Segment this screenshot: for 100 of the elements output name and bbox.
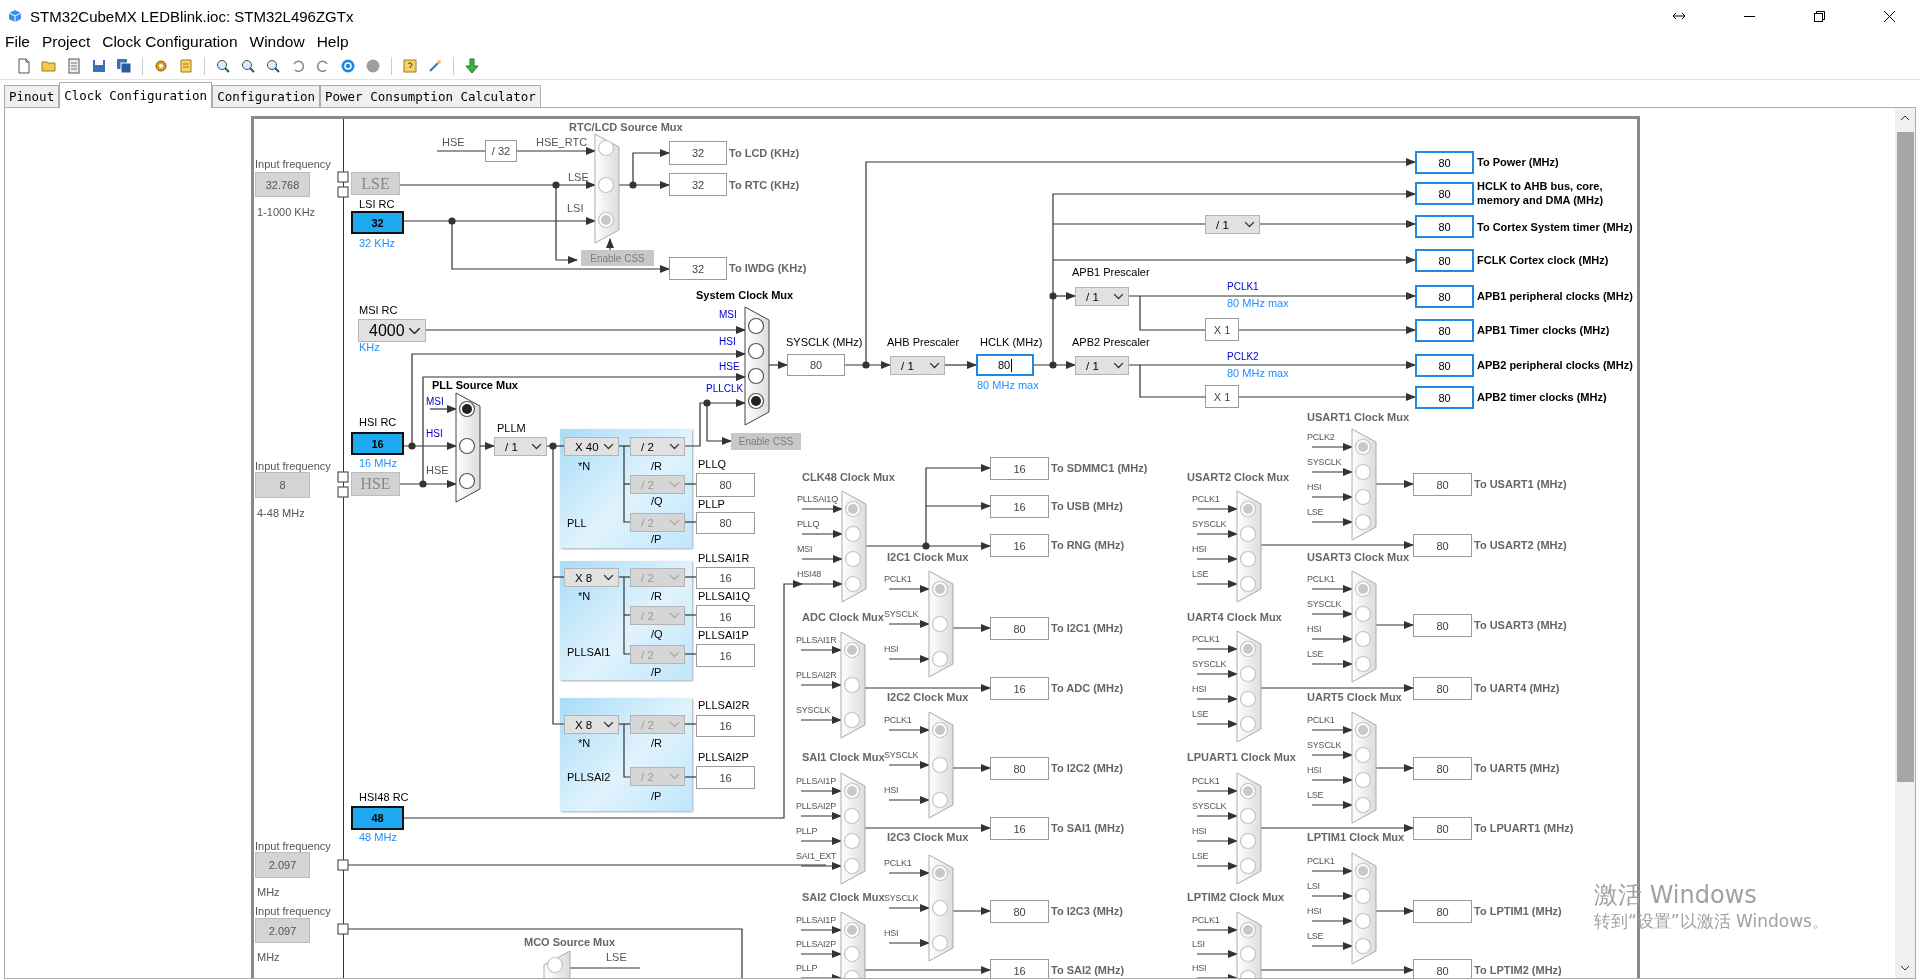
input-label: SYSCLK (884, 749, 919, 760)
input-label: PLLP (796, 962, 818, 975)
dropdown[interactable]: / 2 (630, 437, 685, 456)
input-label: HSI (1192, 825, 1207, 838)
frequency-field[interactable]: 80 (976, 354, 1034, 376)
menu-item[interactable]: Clock Configuration (102, 33, 238, 51)
diagram-label: 16 MHz (359, 456, 397, 470)
refresh-icon (340, 57, 356, 74)
arrow-line (1196, 530, 1238, 538)
frequency-field[interactable]: 80 (1415, 249, 1474, 272)
mux-title: UART5 Clock Mux (1307, 690, 1402, 704)
save-icon (91, 57, 107, 74)
frequency-field[interactable]: 80 (1415, 151, 1474, 174)
junction-dot (448, 217, 456, 225)
diagram-label: PCLK2 (1227, 350, 1259, 364)
frequency-field[interactable]: 80 (1415, 319, 1474, 342)
tab[interactable]: Configuration (212, 85, 320, 107)
zoom-out-icon (265, 57, 281, 74)
menu-item[interactable]: Help (316, 33, 349, 51)
frequency-field[interactable]: 16 (351, 432, 404, 455)
connector-line (684, 653, 697, 655)
toolbar-button[interactable] (462, 55, 482, 76)
arrow-line (888, 726, 930, 734)
minimize-icon (1743, 15, 1755, 17)
radio-button[interactable] (1239, 969, 1257, 978)
chevron-down-icon (669, 481, 680, 488)
input-label: HSI (1307, 905, 1322, 918)
arrow-line (1311, 635, 1353, 643)
junction-dot (1049, 361, 1057, 369)
diagram-label: *N (578, 736, 591, 750)
frequency-field: X 1 (1205, 318, 1239, 341)
input-label: PCLK1 (1192, 775, 1220, 788)
output-label: To UART5 (MHz) (1474, 761, 1560, 775)
diagram-label: System Clock Mux (696, 288, 794, 302)
frequency-field: 80 (787, 354, 845, 376)
dropdown[interactable]: / 1 (1075, 287, 1129, 306)
arrow-line (888, 761, 930, 769)
diagram-label: /P (651, 665, 662, 679)
arrow-line (888, 655, 930, 663)
frequency-field[interactable]: 80 (1415, 182, 1474, 205)
diagram-label: PLLSAI1Q (698, 589, 750, 603)
output-label: To SAI1 (MHz) (1051, 821, 1125, 835)
input-label: PLLSAI2P (796, 938, 836, 951)
dropdown[interactable]: / 1 (1075, 356, 1129, 375)
connector-square (337, 923, 349, 935)
connector-line (1139, 295, 1206, 331)
diagram-label: MCO Source Mux (524, 935, 616, 949)
menu-item[interactable]: Window (249, 33, 305, 51)
diagram-label: /P (651, 532, 662, 546)
tab[interactable]: Power Consumption Calculator (320, 85, 541, 107)
input-label: LSE (1192, 708, 1209, 721)
dropdown[interactable]: 4000 (358, 319, 426, 342)
arrow-line (1311, 726, 1353, 734)
menu-item[interactable]: File (5, 33, 30, 51)
mux-title: USART2 Clock Mux (1187, 470, 1290, 484)
frequency-field[interactable]: 80 (1415, 386, 1474, 409)
diagram-label: HCLK to AHB bus, core, memory and DMA (MHz) (1477, 179, 1604, 207)
arrow-line (1196, 505, 1238, 513)
diagram-label: KHz (359, 340, 380, 354)
mux-title: SAI1 Clock Mux (802, 750, 885, 764)
input-label: LSE (1192, 568, 1209, 581)
output-label: To I2C2 (MHz) (1051, 761, 1123, 775)
dropdown[interactable]: / 1 (494, 437, 547, 456)
tab[interactable]: Pinout (4, 85, 60, 107)
radio-button[interactable] (843, 969, 861, 978)
diagram-label: HSI48 RC (359, 790, 409, 804)
frequency-field[interactable]: 80 (1415, 354, 1474, 377)
app-logo-icon (8, 9, 22, 23)
arrow-line (1311, 867, 1353, 875)
input-label: SYSCLK (1307, 739, 1342, 752)
scrollbar-thumb[interactable] (1896, 132, 1914, 782)
input-label: PCLK1 (1192, 493, 1220, 506)
arrow-line (888, 904, 930, 912)
dropdown[interactable]: / 1 (1205, 215, 1260, 234)
frequency-field[interactable]: 32 (351, 211, 404, 234)
arrow-line (952, 624, 991, 632)
frequency-field[interactable]: 80 (1415, 215, 1474, 238)
dropdown[interactable]: X 40 (564, 437, 619, 456)
junction-dot (549, 442, 557, 450)
junction-dot (552, 181, 560, 189)
output-label: To SDMMC1 (MHz) (1051, 461, 1148, 475)
frequency-field: 80 (1413, 900, 1472, 923)
tab[interactable]: Clock Configuration (59, 82, 213, 108)
frequency-field: 8 (255, 472, 310, 498)
diagram-label: To IWDG (KHz) (729, 261, 807, 275)
diagram-label: Input frequency (255, 459, 331, 473)
script-icon (178, 57, 194, 74)
output-label: To USART1 (MHz) (1474, 477, 1567, 491)
frequency-field: 16 (990, 457, 1049, 480)
frequency-field[interactable]: 80 (1415, 285, 1474, 308)
output-label: To LPUART1 (MHz) (1474, 821, 1574, 835)
dropdown[interactable]: X 8 (564, 715, 619, 734)
frequency-field[interactable]: 48 (351, 806, 404, 830)
menu-item[interactable]: Project (42, 33, 91, 51)
dropdown[interactable]: X 8 (564, 568, 619, 587)
frequency-field: X 1 (1205, 385, 1239, 408)
input-label: PCLK2 (1307, 431, 1335, 444)
oscillator-block: HSE (351, 472, 400, 496)
input-label: PLLSAI1Q (797, 493, 838, 506)
dropdown[interactable]: / 1 (890, 356, 945, 375)
